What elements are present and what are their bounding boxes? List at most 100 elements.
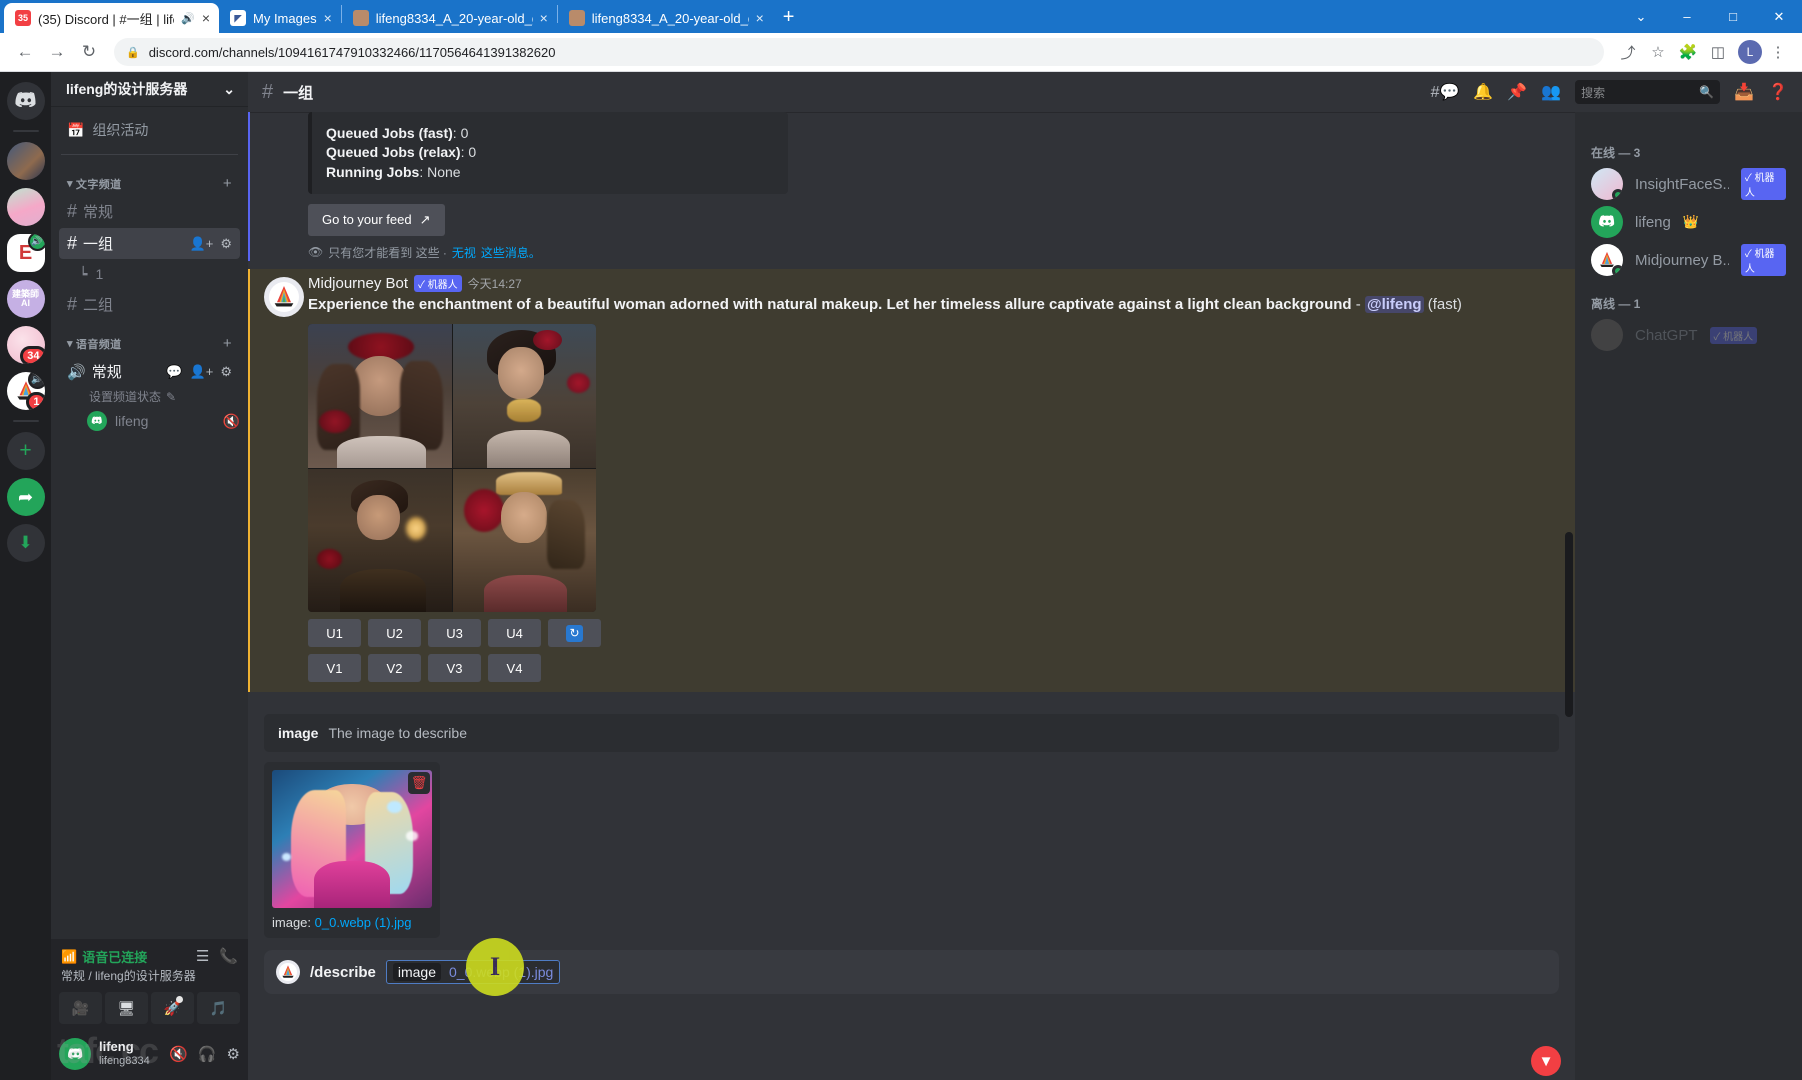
add-server-button[interactable]: + [6, 432, 45, 470]
browser-tab-1[interactable]: ◤ My Images × [219, 3, 341, 33]
member-list-icon[interactable]: 👥 [1541, 82, 1561, 102]
create-invite-icon[interactable]: 👤+ [190, 364, 214, 380]
tab-close-icon[interactable]: × [756, 10, 764, 26]
sidebar-channel-erzu[interactable]: # 二组 [59, 289, 240, 320]
sidebar-channel-changgui[interactable]: # 常规 [59, 196, 240, 227]
explore-servers-button[interactable]: ➦ [6, 478, 45, 516]
server-icon-design-boutique[interactable]: 34 [6, 326, 45, 364]
inbox-icon[interactable]: 📥 [1734, 82, 1754, 102]
message-author[interactable]: Midjourney Bot [308, 275, 408, 292]
message-list[interactable]: Queued Jobs (fast): 0 Queued Jobs (relax… [248, 112, 1575, 1080]
chevron-down-icon[interactable]: ⌄ [223, 81, 235, 98]
message-composer[interactable]: /describe image 0_0.webp (1).jpg I [264, 938, 1559, 997]
user-mention[interactable]: @lifeng [1364, 295, 1424, 313]
open-chat-icon[interactable]: 💬 [166, 364, 182, 380]
browser-menu-icon[interactable]: ⋮ [1764, 38, 1792, 66]
variation-button-v2[interactable]: V2 [368, 654, 421, 683]
category-text-channels[interactable]: ▾ 文字频道 + [59, 161, 240, 195]
browser-tab-3[interactable]: lifeng8334_A_20-year-old_girl × [558, 3, 773, 33]
help-icon[interactable]: ❓ [1768, 82, 1788, 102]
create-text-channel-button[interactable]: + [223, 175, 232, 192]
gear-icon[interactable]: ⚙ [227, 1045, 240, 1063]
guild-header[interactable]: lifeng的设计服务器 ⌄ [51, 72, 248, 106]
member-row-lifeng[interactable]: lifeng 👑 [1583, 203, 1794, 241]
variation-button-v3[interactable]: V3 [428, 654, 481, 683]
search-input[interactable]: 搜索 🔍 [1575, 80, 1721, 104]
home-button[interactable] [6, 82, 45, 120]
headset-icon[interactable]: 🎧 [198, 1045, 217, 1063]
remove-attachment-button[interactable]: 🗑 [408, 772, 430, 795]
video-button[interactable]: 🎥 [59, 992, 102, 1024]
upload-filename[interactable]: 0_0.webp (1).jpg [315, 915, 412, 930]
pinned-messages-icon[interactable]: 📌 [1507, 82, 1527, 102]
window-close-button[interactable]: ✕ [1756, 0, 1802, 33]
member-row-chatgpt[interactable]: ChatGPT ✓ 机器人 [1583, 316, 1794, 354]
tab-search-chevron-icon[interactable]: ⌄ [1618, 0, 1664, 33]
midjourney-image-grid[interactable] [308, 324, 596, 613]
message-scrollbar[interactable] [1565, 532, 1573, 717]
tab-close-icon[interactable]: × [324, 10, 332, 26]
tab-close-icon[interactable]: × [540, 10, 548, 26]
tab-close-icon[interactable]: × [202, 10, 210, 26]
window-maximize-button[interactable]: □ [1710, 0, 1756, 33]
go-to-feed-button[interactable]: Go to your feed ↗ [308, 203, 445, 236]
avatar[interactable] [264, 276, 304, 317]
back-button[interactable]: ← [10, 37, 40, 67]
avatar[interactable] [59, 1038, 91, 1070]
sidebar-thread-1[interactable]: ┕ 1 [71, 260, 240, 288]
member-row-insightface[interactable]: InsightFaceS... ✓ 机器人 [1583, 165, 1794, 203]
profile-avatar[interactable]: L [1738, 40, 1762, 64]
sidebar-channel-yizu[interactable]: # 一组 👤+ ⚙ [59, 228, 240, 259]
upscale-button-u4[interactable]: U4 [488, 619, 541, 648]
pencil-icon[interactable]: ✎ [166, 390, 176, 404]
forward-button[interactable]: → [42, 37, 72, 67]
create-invite-icon[interactable]: 👤+ [190, 236, 214, 252]
activity-button[interactable]: 🚀 [151, 992, 194, 1024]
variation-button-v1[interactable]: V1 [308, 654, 361, 683]
new-tab-button[interactable]: + [773, 6, 805, 33]
browser-tab-0[interactable]: 35 (35) Discord | #一组 | lifen 🔊 × [4, 3, 219, 33]
threads-icon[interactable]: #💬 [1431, 82, 1460, 102]
share-icon[interactable]: ⤴ [1614, 38, 1642, 66]
server-icon-jianzhushi-ai[interactable]: 建築師 AI [6, 280, 45, 318]
edit-channel-gear-icon[interactable]: ⚙ [220, 364, 232, 380]
soundboard-button[interactable]: 🎵 [197, 992, 240, 1024]
edit-channel-gear-icon[interactable]: ⚙ [220, 236, 232, 252]
extensions-icon[interactable]: 🧩 [1674, 38, 1702, 66]
server-icon-anime-girl[interactable] [6, 188, 45, 226]
side-panel-icon[interactable]: ◫ [1704, 38, 1732, 66]
grid-image-4[interactable] [452, 468, 596, 613]
notification-bell-icon[interactable]: 🔔 [1473, 82, 1493, 102]
screenshare-button[interactable]: 🖥 [105, 992, 148, 1024]
download-apps-button[interactable]: ⬇ [6, 524, 45, 562]
grid-image-1[interactable] [308, 324, 452, 468]
dismiss-link[interactable]: 无视 [452, 244, 476, 261]
scroll-to-bottom-button[interactable]: ▼ [1531, 1046, 1561, 1076]
window-minimize-button[interactable]: – [1664, 0, 1710, 33]
channel-status-row[interactable]: 设置频道状态 ✎ [89, 388, 240, 405]
create-voice-channel-button[interactable]: + [223, 335, 232, 352]
member-row-midjourney[interactable]: Midjourney B... ✓ 机器人 [1583, 241, 1794, 279]
server-icon-warrior[interactable] [6, 142, 45, 180]
grid-image-2[interactable] [452, 324, 596, 468]
address-bar[interactable]: 🔒 discord.com/channels/10941617479103324… [114, 38, 1604, 66]
reload-button[interactable]: ↻ [74, 37, 104, 67]
server-icon-e-logo[interactable]: E 🔊 [6, 234, 45, 272]
noise-suppression-icon[interactable]: ☰ [196, 947, 209, 965]
sidebar-item-events[interactable]: 📅 组织活动 [59, 114, 240, 146]
sidebar-voice-channel-changgui[interactable]: 🔊 常规 💬 👤+ ⚙ [59, 356, 240, 387]
mic-muted-icon[interactable]: 🔇 [169, 1045, 188, 1063]
category-voice-channels[interactable]: ▾ 语音频道 + [59, 321, 240, 355]
upscale-button-u1[interactable]: U1 [308, 619, 361, 648]
bookmark-star-icon[interactable]: ☆ [1644, 38, 1672, 66]
reroll-button[interactable]: ↻ [548, 619, 601, 648]
upscale-button-u2[interactable]: U2 [368, 619, 421, 648]
dismiss-link-suffix[interactable]: 这些消息。 [481, 244, 541, 261]
variation-button-v4[interactable]: V4 [488, 654, 541, 683]
tab-mute-icon[interactable]: 🔊 [181, 12, 195, 25]
grid-image-3[interactable] [308, 468, 452, 613]
server-icon-midjourney[interactable]: 🔊 1 [6, 372, 45, 410]
voice-member-lifeng[interactable]: lifeng 🔇 [87, 408, 240, 434]
phone-hangup-icon[interactable]: 📞 [219, 947, 238, 965]
browser-tab-2[interactable]: lifeng8334_A_20-year-old_gi × [342, 3, 557, 33]
